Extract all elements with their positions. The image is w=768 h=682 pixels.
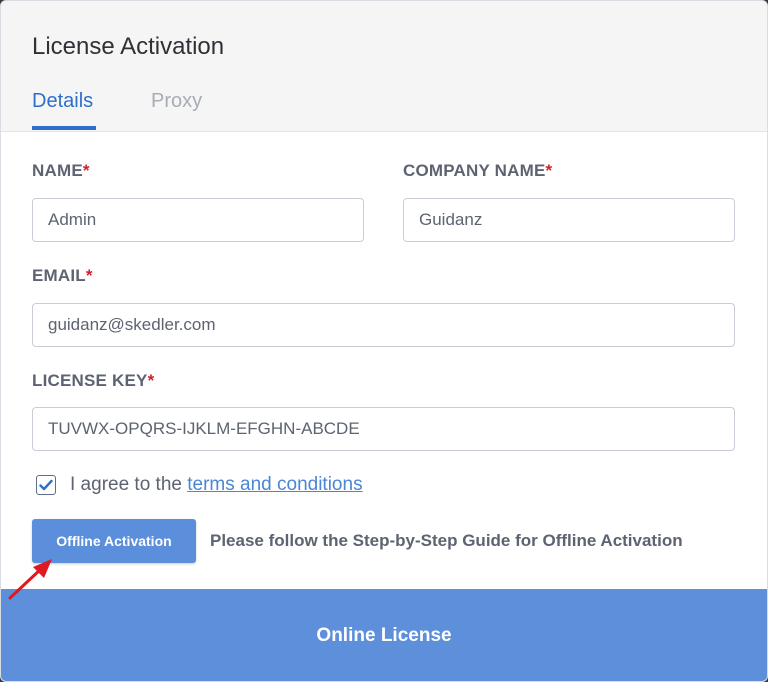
- dialog-title: License Activation: [32, 33, 225, 60]
- required-asterisk: *: [545, 161, 553, 180]
- terms-link[interactable]: terms and conditions: [187, 474, 362, 495]
- dialog-header: License Activation Details Proxy: [1, 1, 767, 132]
- required-asterisk: *: [147, 371, 155, 390]
- online-license-button[interactable]: Online License: [1, 589, 767, 681]
- company-name-field[interactable]: [403, 198, 735, 242]
- email-field[interactable]: [32, 303, 735, 347]
- company-name-label: COMPANY NAME*: [403, 161, 552, 181]
- license-activation-dialog: License Activation Details Proxy NAME* C…: [0, 0, 768, 682]
- active-tab-indicator: [32, 126, 96, 130]
- email-label: EMAIL*: [32, 266, 93, 286]
- name-label-text: NAME: [32, 161, 83, 180]
- license-key-label: LICENSE KEY*: [32, 371, 154, 391]
- required-asterisk: *: [85, 266, 93, 285]
- tab-proxy[interactable]: Proxy: [151, 90, 202, 113]
- email-label-text: EMAIL: [32, 266, 86, 285]
- name-label: NAME*: [32, 161, 90, 181]
- offline-activation-button[interactable]: Offline Activation: [32, 519, 196, 563]
- company-name-label-text: COMPANY NAME: [403, 161, 546, 180]
- check-icon: [39, 479, 53, 491]
- tab-details[interactable]: Details: [32, 90, 93, 113]
- license-key-field[interactable]: [32, 407, 735, 451]
- name-field[interactable]: [32, 198, 364, 242]
- agree-text: I agree to the terms and conditions: [70, 474, 363, 496]
- agree-checkbox[interactable]: [36, 475, 56, 495]
- license-key-label-text: LICENSE KEY: [32, 371, 148, 390]
- agree-prefix: I agree to the: [70, 474, 182, 495]
- required-asterisk: *: [82, 161, 90, 180]
- offline-guide-text: Please follow the Step-by-Step Guide for…: [210, 531, 683, 550]
